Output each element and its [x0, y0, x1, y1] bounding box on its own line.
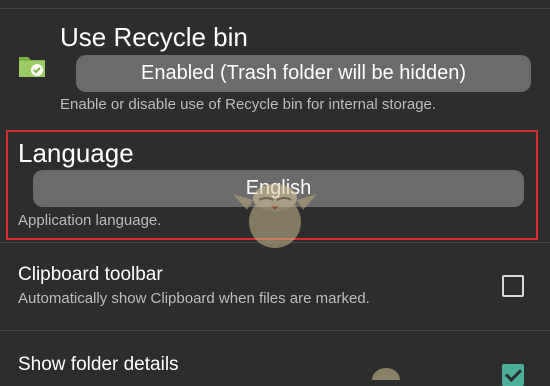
folder-details-title: Show folder details	[18, 354, 179, 375]
recycle-bin-title: Use Recycle bin	[60, 22, 248, 52]
folder-details-checkbox[interactable]	[502, 364, 524, 386]
clipboard-toolbar-title: Clipboard toolbar	[18, 264, 163, 285]
bird-watermark-small-icon	[372, 368, 400, 380]
top-divider	[0, 8, 550, 9]
language-description: Application language.	[18, 212, 162, 229]
recycle-bin-description: Enable or disable use of Recycle bin for…	[60, 96, 437, 113]
recycle-bin-dropdown[interactable]: Enabled (Trash folder will be hidden)	[76, 55, 531, 92]
language-divider	[0, 242, 550, 243]
folder-recycle-icon	[19, 57, 45, 77]
clipboard-toolbar-checkbox[interactable]	[502, 275, 524, 297]
clipboard-divider	[0, 330, 550, 331]
language-dropdown[interactable]: English	[33, 170, 524, 207]
language-title: Language	[18, 138, 134, 168]
clipboard-toolbar-description: Automatically show Clipboard when files …	[18, 290, 370, 307]
